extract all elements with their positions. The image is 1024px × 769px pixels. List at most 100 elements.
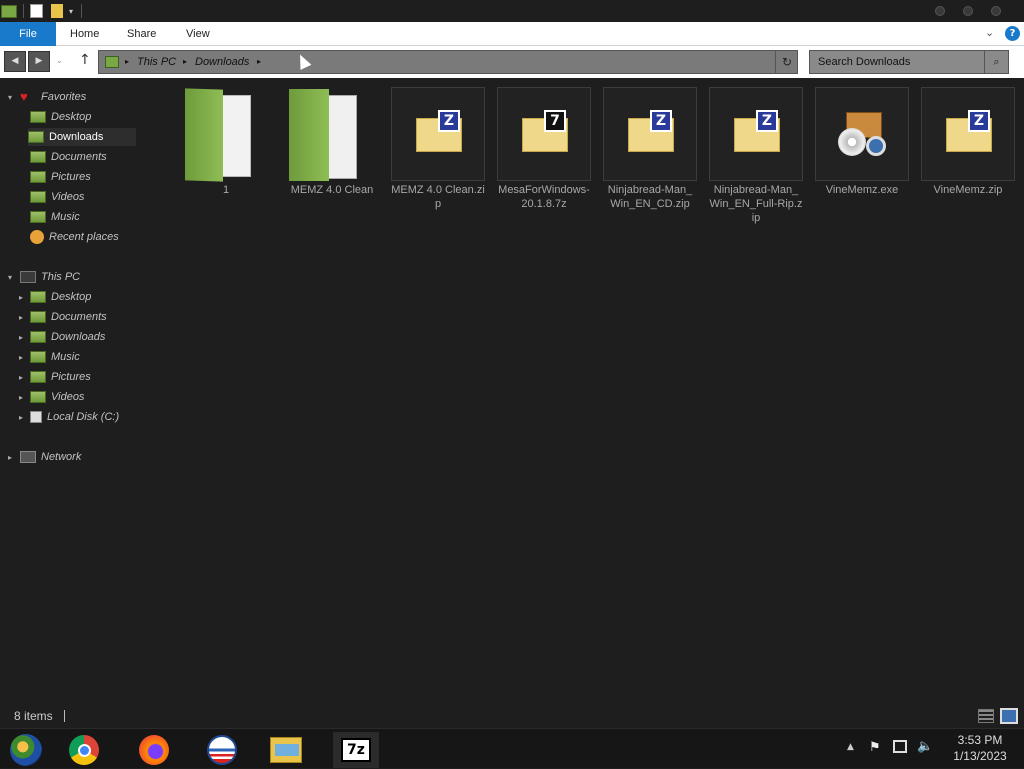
pictures-icon	[30, 171, 46, 183]
nav-this-pc-local-disk[interactable]: Local Disk (C:)	[30, 408, 119, 426]
search-input[interactable]: Search Downloads	[818, 51, 910, 73]
file-item[interactable]: Z MEMZ 4.0 Clean.zip	[391, 87, 485, 227]
help-icon[interactable]: ?	[1005, 26, 1020, 41]
nav-this-pc-music[interactable]: Music	[30, 348, 80, 366]
network-tray-icon[interactable]	[893, 740, 907, 753]
breadcrumb-this-pc[interactable]: This PC	[137, 51, 176, 73]
nav-favorites-downloads[interactable]: Downloads	[28, 128, 136, 146]
properties-icon[interactable]	[30, 4, 43, 18]
path-separator-icon[interactable]: ▸	[125, 51, 129, 73]
pictures-icon	[30, 371, 46, 383]
7zip-icon[interactable]: 7z	[333, 732, 379, 768]
path-separator-icon[interactable]: ▸	[183, 51, 187, 73]
nav-this-pc-videos[interactable]: Videos	[30, 388, 84, 406]
large-icons-view-icon[interactable]	[1000, 708, 1018, 724]
breadcrumb-downloads[interactable]: Downloads	[195, 51, 249, 73]
tab-share[interactable]: Share	[127, 22, 156, 46]
nav-label: Desktop	[51, 291, 92, 303]
path-separator-icon[interactable]: ▸	[257, 51, 261, 73]
music-icon	[30, 211, 46, 223]
nav-this-pc-pictures[interactable]: Pictures	[30, 368, 91, 386]
tab-home[interactable]: Home	[70, 22, 99, 46]
taskbar: 7z ▲ ⚑ 🔈 3:53 PM 1/13/2023	[0, 728, 1024, 768]
nav-favorites[interactable]: ♥ Favorites	[20, 88, 86, 106]
folder-icon	[185, 88, 251, 182]
clock-date: 1/13/2023	[953, 749, 1007, 763]
videos-icon	[30, 191, 46, 203]
firefox-icon[interactable]	[132, 732, 176, 768]
expand-arrow-icon[interactable]: ▸	[19, 393, 23, 402]
nav-label: Pictures	[51, 371, 91, 383]
obama-logo-icon[interactable]	[200, 732, 244, 768]
file-item[interactable]: Z Ninjabread-Man_Win_EN_CD.zip	[603, 87, 697, 227]
file-item[interactable]: 1	[179, 87, 273, 227]
tab-file[interactable]: File	[0, 22, 56, 46]
show-hidden-icons-icon[interactable]: ▲	[847, 742, 854, 752]
search-icon[interactable]: ⌕	[984, 51, 1008, 73]
nav-favorites-desktop[interactable]: Desktop	[30, 108, 140, 126]
nav-this-pc-downloads[interactable]: Downloads	[30, 328, 105, 346]
expand-arrow-icon[interactable]: ▸	[19, 413, 23, 422]
expand-arrow-icon[interactable]: ▸	[19, 353, 23, 362]
desktop-icon	[30, 111, 46, 123]
documents-icon	[30, 311, 46, 323]
close-button[interactable]	[991, 6, 1001, 16]
action-center-flag-icon[interactable]: ⚑	[869, 740, 881, 755]
computer-icon	[20, 271, 36, 283]
address-path[interactable]: ▸ This PC ▸ Downloads ▸ ↻	[98, 50, 798, 74]
tab-view[interactable]: View	[186, 22, 210, 46]
file-name: MesaForWindows-20.1.8.7z	[498, 184, 590, 210]
nav-label: Documents	[51, 311, 107, 323]
nav-favorites-videos[interactable]: Videos	[30, 188, 84, 206]
file-item[interactable]: 7 MesaForWindows-20.1.8.7z	[497, 87, 591, 227]
videos-icon	[30, 391, 46, 403]
maximize-button[interactable]	[963, 6, 973, 16]
recent-locations-icon[interactable]: ⌄	[56, 56, 63, 65]
back-button[interactable]: ◀	[4, 51, 26, 72]
desktop-icon	[30, 291, 46, 303]
new-folder-icon[interactable]	[51, 4, 63, 18]
nav-favorites-music[interactable]: Music	[30, 208, 80, 226]
volume-icon[interactable]: 🔈	[917, 739, 933, 754]
expand-arrow-icon[interactable]: ▸	[19, 313, 23, 322]
nav-label: Local Disk (C:)	[47, 411, 120, 423]
refresh-button[interactable]: ↻	[775, 51, 798, 73]
documents-icon	[30, 151, 46, 163]
nav-label: Pictures	[51, 171, 91, 183]
forward-button[interactable]: ▶	[28, 51, 50, 72]
minimize-button[interactable]	[935, 6, 945, 16]
file-name: Ninjabread-Man_Win_EN_Full-Rip.zip	[709, 184, 803, 224]
nav-this-pc-desktop[interactable]: Desktop	[30, 288, 91, 306]
up-arrow-icon[interactable]: ↑	[79, 52, 91, 68]
expand-ribbon-icon[interactable]: ⌄	[985, 26, 994, 39]
file-explorer-icon[interactable]	[264, 732, 308, 768]
chrome-icon[interactable]	[62, 732, 106, 768]
nav-network-label: Network	[41, 451, 82, 463]
search-box[interactable]: Search Downloads ⌕	[809, 50, 1009, 74]
nav-this-pc[interactable]: This PC	[20, 268, 80, 286]
nav-label: Downloads	[51, 331, 106, 343]
drive-icon	[30, 411, 42, 423]
expand-arrow-icon[interactable]: ▸	[19, 333, 23, 342]
expand-arrow-icon[interactable]: ▸	[8, 453, 12, 462]
file-item[interactable]: VineMemz.exe	[815, 87, 909, 227]
status-bar: 8 items	[0, 704, 1024, 728]
file-item[interactable]: MEMZ 4.0 Clean	[285, 87, 379, 227]
file-item[interactable]: Z VineMemz.zip	[921, 87, 1015, 227]
customize-toolbar-icon[interactable]: ▾	[69, 7, 73, 16]
nav-favorites-recent-places[interactable]: Recent places	[30, 228, 119, 246]
details-view-icon[interactable]	[978, 709, 994, 723]
clock[interactable]: 3:53 PM 1/13/2023	[945, 729, 1015, 769]
nav-favorites-pictures[interactable]: Pictures	[30, 168, 91, 186]
zip-archive-icon: Z	[391, 87, 485, 181]
expand-arrow-icon[interactable]: ▾	[8, 93, 12, 102]
nav-this-pc-documents[interactable]: Documents	[30, 308, 107, 326]
file-item[interactable]: Z Ninjabread-Man_Win_EN_Full-Rip.zip	[709, 87, 803, 227]
nav-label: Desktop	[51, 111, 92, 123]
expand-arrow-icon[interactable]: ▸	[19, 373, 23, 382]
windows-orb-icon[interactable]	[4, 732, 48, 768]
expand-arrow-icon[interactable]: ▸	[19, 293, 23, 302]
nav-favorites-documents[interactable]: Documents	[30, 148, 107, 166]
nav-network[interactable]: Network	[20, 448, 81, 466]
expand-arrow-icon[interactable]: ▾	[8, 273, 12, 282]
